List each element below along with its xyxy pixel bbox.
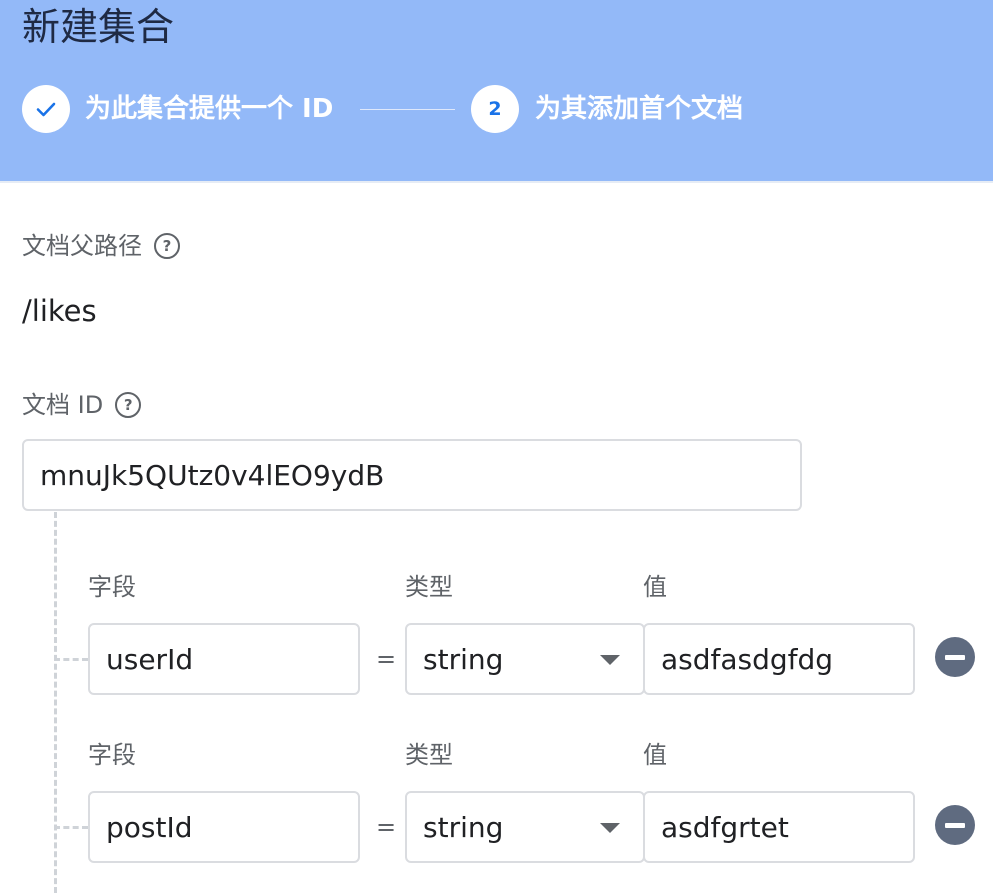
field-name-input[interactable]: postId <box>88 791 360 863</box>
step1-label: 为此集合提供一个 ID <box>85 94 334 124</box>
field-name-input[interactable]: userId <box>88 623 360 695</box>
chevron-down-icon[interactable] <box>600 655 620 665</box>
remove-field-button[interactable] <box>935 637 975 677</box>
field-type-value: string <box>423 642 504 676</box>
minus-icon <box>945 654 965 660</box>
parent-path-label-row: 文档父路径 ? <box>22 231 180 261</box>
chevron-down-icon[interactable] <box>600 823 620 833</box>
field-name-label: 字段 <box>88 573 136 601</box>
dialog-title: 新建集合 <box>22 5 175 49</box>
remove-field-button[interactable] <box>935 805 975 845</box>
tree-connector-branch <box>54 658 88 661</box>
minus-icon <box>945 822 965 828</box>
document-id-label-row: 文档 ID ? <box>22 390 142 420</box>
step1-indicator <box>22 85 70 133</box>
document-id-input[interactable]: mnuJk5QUtz0v4lEO9ydB <box>22 439 802 511</box>
field-type-value: string <box>423 810 504 844</box>
check-icon <box>36 102 56 117</box>
parent-path-value: /likes <box>22 294 97 328</box>
field-value-label: 值 <box>643 741 667 769</box>
field-name-label: 字段 <box>88 741 136 769</box>
field-value-input[interactable]: asdfgrtet <box>643 791 915 863</box>
equals-sign: = <box>376 645 397 673</box>
document-id-label: 文档 ID <box>22 391 104 419</box>
help-circle-icon[interactable]: ? <box>154 233 180 259</box>
field-type-label: 类型 <box>405 741 453 769</box>
tree-connector-branch <box>54 826 88 829</box>
dialog-header: 新建集合 为此集合提供一个 ID 2 为其添加首个文档 <box>0 0 993 183</box>
step2-number: 2 <box>488 98 502 120</box>
field-type-label: 类型 <box>405 573 453 601</box>
step-connector <box>360 109 455 110</box>
step2-indicator: 2 <box>471 85 519 133</box>
tree-connector-vertical <box>54 512 57 893</box>
equals-sign: = <box>376 813 397 841</box>
step2-label: 为其添加首个文档 <box>535 94 744 124</box>
field-value-label: 值 <box>643 573 667 601</box>
field-value-input[interactable]: asdfasdgfdg <box>643 623 915 695</box>
parent-path-label: 文档父路径 <box>22 232 142 260</box>
help-circle-icon[interactable]: ? <box>115 392 142 418</box>
